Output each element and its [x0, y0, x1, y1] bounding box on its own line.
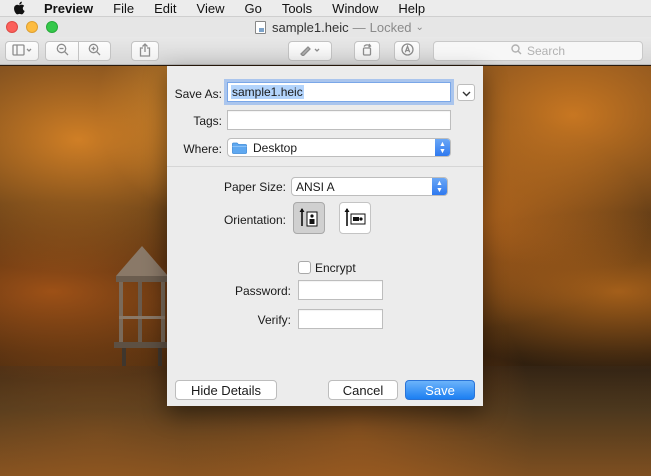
- password-field[interactable]: [298, 280, 383, 300]
- cancel-label: Cancel: [342, 382, 384, 398]
- zoom-in-button[interactable]: [78, 43, 110, 59]
- verify-label: Verify:: [257, 313, 291, 327]
- hide-details-button[interactable]: Hide Details: [175, 380, 277, 400]
- window-lock-status: Locked: [369, 20, 412, 35]
- paper-size-label: Paper Size:: [223, 180, 286, 194]
- expand-collapse-button[interactable]: [457, 84, 475, 101]
- minimize-window-button[interactable]: [26, 21, 38, 33]
- save-as-label: Save As:: [174, 87, 222, 101]
- cancel-button[interactable]: Cancel: [328, 380, 398, 400]
- sidebar-icon: [12, 43, 32, 59]
- orientation-label: Orientation:: [223, 213, 286, 227]
- paper-size-value: ANSI A: [296, 179, 335, 194]
- sidebar-view-button[interactable]: [5, 41, 39, 61]
- rotate-icon: [361, 43, 373, 59]
- zoom-window-button[interactable]: [46, 21, 58, 33]
- encrypt-checkbox[interactable]: [298, 261, 311, 274]
- search-icon: [511, 44, 527, 58]
- zoom-controls: [45, 41, 111, 62]
- chevron-down-icon: [462, 86, 471, 100]
- share-icon: [139, 42, 151, 60]
- menu-bar: Preview File Edit View Go Tools Window H…: [0, 0, 651, 17]
- title-separator: —: [352, 20, 366, 35]
- menu-go[interactable]: Go: [244, 1, 261, 16]
- menu-tools[interactable]: Tools: [282, 1, 312, 16]
- save-button[interactable]: Save: [405, 380, 475, 400]
- save-as-value: sample1.heic: [231, 85, 304, 99]
- menu-view[interactable]: View: [197, 1, 225, 16]
- orientation-landscape-button[interactable]: [339, 202, 371, 234]
- orientation-portrait-button[interactable]: [293, 202, 325, 234]
- popup-stepper-icon: ▲ ▼: [435, 139, 450, 156]
- paper-size-popup[interactable]: ANSI A ▲ ▼: [291, 177, 448, 196]
- save-as-field[interactable]: sample1.heic: [227, 82, 451, 102]
- section-divider: [167, 166, 483, 167]
- where-popup[interactable]: Desktop ▲ ▼: [227, 138, 451, 157]
- pen-icon: [299, 44, 321, 59]
- window-title[interactable]: sample1.heic — Locked ⌄: [255, 20, 424, 35]
- markup-button[interactable]: [288, 41, 332, 61]
- window-title-bar: sample1.heic — Locked ⌄: [0, 17, 651, 37]
- zoom-divider: [78, 42, 79, 62]
- folder-icon: [232, 142, 247, 154]
- where-label: Where:: [183, 142, 222, 156]
- menu-help[interactable]: Help: [398, 1, 425, 16]
- tags-label: Tags:: [193, 114, 222, 128]
- verify-field[interactable]: [298, 309, 383, 329]
- popup-stepper-icon: ▲ ▼: [432, 178, 447, 195]
- menu-file[interactable]: File: [113, 1, 134, 16]
- password-label: Password:: [234, 284, 291, 298]
- toolbar: Search: [0, 37, 651, 65]
- landscape-orientation-icon: [344, 206, 366, 231]
- zoom-in-icon: [88, 43, 101, 59]
- markup-icon: [400, 43, 414, 59]
- encrypt-label: Encrypt: [315, 261, 356, 275]
- portrait-orientation-icon: [299, 206, 319, 231]
- rotate-button[interactable]: [354, 41, 380, 61]
- menu-app-name[interactable]: Preview: [44, 1, 93, 16]
- window-filename: sample1.heic: [272, 20, 349, 35]
- close-window-button[interactable]: [6, 21, 18, 33]
- gazebo-illustration: [114, 246, 170, 366]
- share-button[interactable]: [131, 41, 159, 61]
- title-chevron-icon[interactable]: ⌄: [416, 22, 424, 33]
- tags-field[interactable]: [227, 110, 451, 130]
- apple-menu-icon[interactable]: [12, 1, 26, 15]
- menu-edit[interactable]: Edit: [154, 1, 176, 16]
- search-field[interactable]: Search: [433, 41, 643, 61]
- hide-details-label: Hide Details: [190, 382, 262, 398]
- menu-window[interactable]: Window: [332, 1, 378, 16]
- zoom-out-button[interactable]: [46, 43, 78, 59]
- zoom-out-icon: [56, 43, 69, 59]
- markup-toolbar-button[interactable]: [394, 41, 420, 61]
- save-dialog: Save As: sample1.heic Tags: Where: Deskt…: [167, 66, 483, 406]
- search-placeholder: Search: [526, 44, 566, 58]
- document-proxy-icon[interactable]: [255, 21, 266, 34]
- where-value: Desktop: [253, 140, 298, 155]
- save-label: Save: [425, 382, 455, 398]
- window-controls: [6, 21, 66, 33]
